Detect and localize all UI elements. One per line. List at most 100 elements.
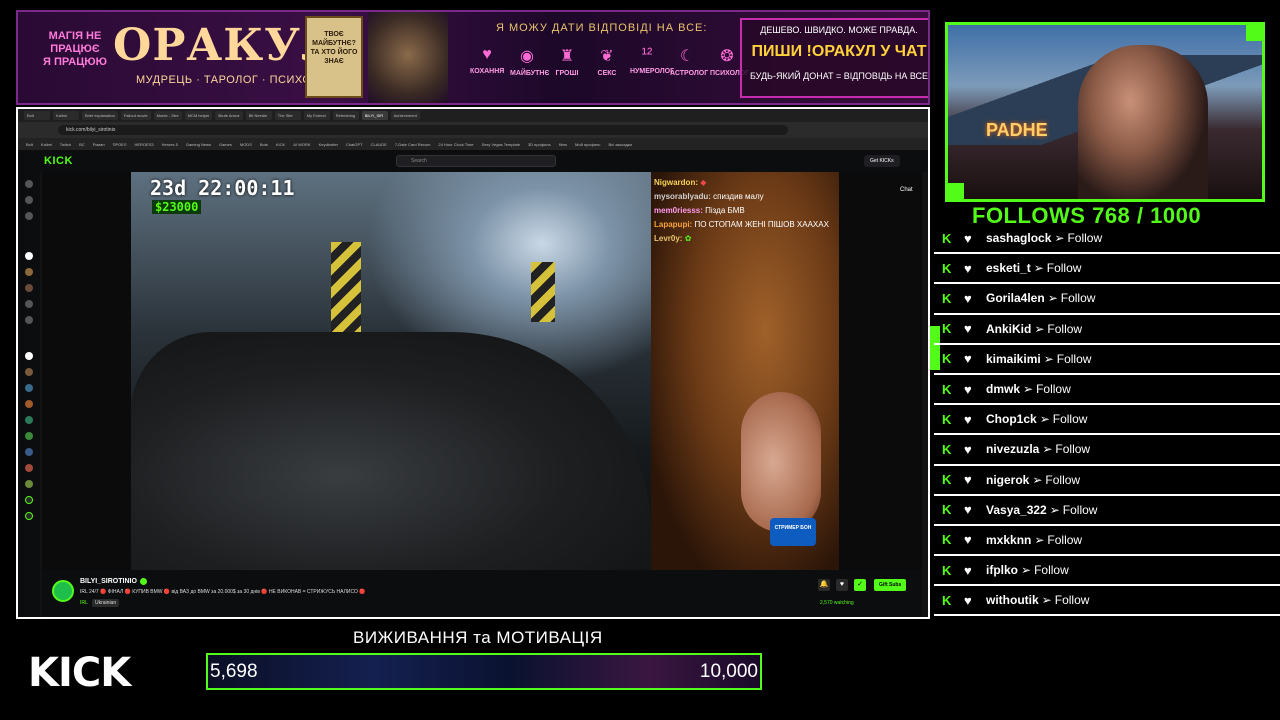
channel-avatar[interactable] xyxy=(25,400,33,408)
bookmark[interactable]: Twitch xyxy=(60,142,71,147)
browser-tab[interactable]: Refreshing xyxy=(332,111,359,120)
bookmark[interactable]: ChatGPT xyxy=(346,142,363,147)
browser-tab[interactable]: Bolt xyxy=(24,111,50,120)
channel-avatar[interactable] xyxy=(25,416,33,424)
browser-tab-active[interactable]: BILYI_SIR xyxy=(361,111,388,120)
follow-row: K ♥ withoutik ➢ Follow xyxy=(934,586,1280,617)
get-kicks-button[interactable]: Get KICKs xyxy=(864,155,900,167)
bookmark[interactable]: HEROES3 xyxy=(134,142,153,147)
bookmark[interactable]: Games xyxy=(219,142,232,147)
goal-target: 10,000 xyxy=(699,661,758,682)
channel-avatar[interactable] xyxy=(25,368,33,376)
video-player[interactable]: 23d 22:00:11 $23000 Nigwardon: ◆ mysorab… xyxy=(42,172,922,570)
channel-avatar[interactable] xyxy=(25,316,33,324)
notification-bell-icon[interactable]: 🔔 xyxy=(818,579,830,591)
follow-label: Follow xyxy=(1047,532,1083,547)
browser-tab[interactable]: Brute Armor xyxy=(215,111,243,120)
promo-line-1: ДЕШЕВО. ШВИДКО. МОЖЕ ПРАВДА. xyxy=(760,25,918,35)
bookmark[interactable]: AI WORK xyxy=(293,142,310,147)
category-tag[interactable]: IRL xyxy=(80,600,88,606)
chat-toggle-button[interactable]: Chat xyxy=(900,187,913,193)
car-dashboard xyxy=(131,332,651,570)
parking-pillar xyxy=(331,242,361,332)
follower-name: nigerok xyxy=(986,472,1030,487)
bookmark[interactable]: Gaming News xyxy=(186,142,211,147)
url-field[interactable]: kick.com/bilyi_sirotinio xyxy=(58,125,788,135)
bookmark[interactable]: Роман xyxy=(93,142,105,147)
kick-logo: KICK xyxy=(28,650,131,696)
chat-username: mem0riesss: xyxy=(654,206,703,215)
bookmark[interactable]: MODS xyxy=(240,142,252,147)
bookmark[interactable]: Мой профиль xyxy=(575,142,601,147)
kick-site-logo[interactable]: KICK xyxy=(44,155,73,167)
channel-avatar[interactable] xyxy=(25,268,33,276)
frame-corner xyxy=(1246,25,1262,41)
arrow-icon: ➢ xyxy=(1049,502,1060,517)
channel-avatar[interactable] xyxy=(52,580,74,602)
browser-tab[interactable]: Brief explanation xyxy=(82,111,118,120)
channel-avatar[interactable] xyxy=(25,352,33,360)
streamer-person xyxy=(1078,45,1208,199)
browser-tab[interactable]: Monte - Stre xyxy=(153,111,182,120)
channel-avatar[interactable] xyxy=(25,464,33,472)
channel-avatar[interactable] xyxy=(25,284,33,292)
bookmark[interactable]: films xyxy=(559,142,567,147)
browser-tab[interactable]: Kalimi xyxy=(53,111,79,120)
bookmark[interactable]: 3D профиль xyxy=(528,142,551,147)
bookmark[interactable]: CLAUDE xyxy=(371,142,387,147)
browse-icon[interactable] xyxy=(25,196,33,204)
bookmark[interactable]: Heroes 5 xyxy=(162,142,178,147)
kick-icon: K xyxy=(942,290,952,306)
bookmark[interactable]: BC xyxy=(79,142,85,147)
money-counter: $23000 xyxy=(152,200,202,214)
bookmark[interactable]: Bots xyxy=(260,142,268,147)
channel-name[interactable]: BILYI_SIROTINIO xyxy=(80,578,137,585)
channel-avatar[interactable] xyxy=(25,496,33,504)
viewer-count: 2,570 watching xyxy=(820,600,854,606)
promo-line-3: БУДЬ-ЯКИЙ ДОНАТ = ВІДПОВІДЬ НА ВСЕ xyxy=(749,71,929,81)
follow-button[interactable]: ✓ xyxy=(854,579,866,591)
follow-label: Follow xyxy=(1045,472,1081,487)
browser-tab[interactable]: Bit Needle xyxy=(245,111,272,120)
channel-avatar[interactable] xyxy=(25,448,33,456)
bookmark[interactable]: Kalimi xyxy=(41,142,52,147)
heart-icon: ♥ xyxy=(964,472,972,488)
bookmark[interactable]: Всі закладки xyxy=(608,142,631,147)
channel-avatar[interactable] xyxy=(25,384,33,392)
arrow-icon: ➢ xyxy=(1041,593,1052,608)
channel-avatar[interactable] xyxy=(25,480,33,488)
bookmark[interactable]: ПРОЕЛ xyxy=(113,142,127,147)
category-love: ♥ КОХАННЯ xyxy=(470,46,505,75)
magic-text: МАГІЯ НЕ ПРАЦЮЄ Я ПРАЦЮЮ xyxy=(40,30,110,69)
channel-avatar[interactable] xyxy=(25,252,33,260)
kick-icon: K xyxy=(942,472,952,488)
home-icon[interactable] xyxy=(25,180,33,188)
browser-tab[interactable]: The Site xyxy=(274,111,301,120)
browser-tab[interactable]: Fallout movie xyxy=(120,111,151,120)
channel-avatar[interactable] xyxy=(25,432,33,440)
search-input[interactable]: Search xyxy=(396,155,556,167)
bookmark[interactable]: Keydbotter xyxy=(319,142,338,147)
browser-tab[interactable]: MCM helper xyxy=(184,111,213,120)
bookmark[interactable]: 7-Date Card Recom xyxy=(395,142,431,147)
magic-line-3: Я ПРАЦЮЮ xyxy=(43,56,107,68)
language-tag[interactable]: Ukrainian xyxy=(92,599,120,607)
browser-tab[interactable]: My Extend xyxy=(303,111,330,120)
heart-icon[interactable]: ♥ xyxy=(836,579,848,591)
heart-icon: ♥ xyxy=(964,230,972,246)
arrow-icon: ➢ xyxy=(1042,442,1053,457)
gift-subs-button[interactable]: Gift Subs xyxy=(874,579,907,591)
bookmark[interactable]: 24 Hour Clock Time xyxy=(438,142,473,147)
moon-icon: ☾ xyxy=(679,48,695,65)
arrow-icon: ➢ xyxy=(1034,321,1045,336)
bookmark[interactable]: Sexy Vegas Template xyxy=(482,142,520,147)
following-icon[interactable] xyxy=(25,212,33,220)
channel-avatar[interactable] xyxy=(25,512,33,520)
bookmark[interactable]: KICK xyxy=(276,142,285,147)
banner-promo-box: ДЕШЕВО. ШВИДКО. МОЖЕ ПРАВДА. ПИШИ !ОРАКУ… xyxy=(740,18,929,98)
arrow-icon: ➢ xyxy=(1021,563,1032,578)
browser-tab[interactable]: Achievement xyxy=(390,111,420,120)
channel-avatar[interactable] xyxy=(25,300,33,308)
bookmark[interactable]: Bolt xyxy=(26,142,33,147)
follow-row: K ♥ dmwk ➢ Follow xyxy=(934,375,1280,406)
